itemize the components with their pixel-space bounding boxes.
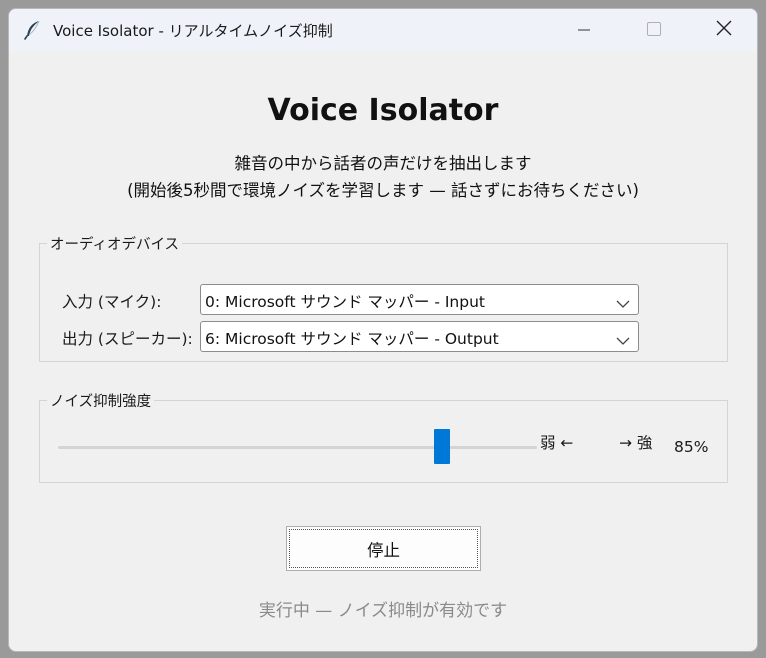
input-device-label: 入力 (マイク):: [62, 293, 162, 311]
title-bar[interactable]: Voice Isolator - リアルタイムノイズ抑制: [9, 9, 757, 51]
suppression-slider-thumb[interactable]: [434, 429, 451, 464]
page-title: Voice Isolator: [267, 93, 499, 128]
strong-label: → 強: [619, 434, 653, 452]
output-device-label: 出力 (スピーカー):: [62, 330, 193, 348]
noise-suppression-legend: ノイズ抑制強度: [47, 390, 155, 411]
app-window: Voice Isolator - リアルタイムノイズ抑制 Voice Isola…: [8, 8, 758, 652]
input-device-select[interactable]: 0: Microsoft サウンド マッパー - Input: [200, 284, 639, 315]
stop-button-label: 停止: [367, 540, 400, 560]
window-title: Voice Isolator - リアルタイムノイズ抑制: [53, 22, 333, 40]
chevron-down-icon[interactable]: [616, 331, 630, 345]
feather-icon: [24, 20, 42, 40]
output-device-value: 6: Microsoft サウンド マッパー - Output: [205, 330, 499, 348]
subtitle-instructions: (開始後5秒間で環境ノイズを学習します — 話さずにお待ちください): [127, 181, 639, 200]
status-text: 実行中 — ノイズ抑制が有効です: [258, 601, 508, 621]
noise-suppression-group: ノイズ抑制強度 弱 ← → 強 85%: [39, 390, 728, 483]
input-device-value: 0: Microsoft サウンド マッパー - Input: [205, 293, 485, 311]
suppression-percent: 85%: [674, 438, 709, 456]
chevron-down-icon[interactable]: [616, 294, 630, 308]
subtitle-description: 雑音の中から話者の声だけを抽出します: [234, 154, 532, 173]
maximize-button[interactable]: [619, 9, 689, 51]
audio-device-legend: オーディオデバイス: [47, 233, 183, 254]
maximize-icon: [647, 21, 661, 40]
minimize-button[interactable]: [549, 9, 619, 51]
close-icon: [716, 20, 732, 40]
close-button[interactable]: [689, 9, 757, 51]
suppression-slider-track[interactable]: [58, 446, 537, 449]
output-device-select[interactable]: 6: Microsoft サウンド マッパー - Output: [200, 321, 639, 352]
audio-device-group: オーディオデバイス 入力 (マイク): 0: Microsoft サウンド マッ…: [39, 233, 728, 362]
stop-button[interactable]: 停止: [286, 526, 481, 571]
minimize-icon: [578, 21, 590, 40]
weak-label: 弱 ←: [540, 434, 574, 452]
